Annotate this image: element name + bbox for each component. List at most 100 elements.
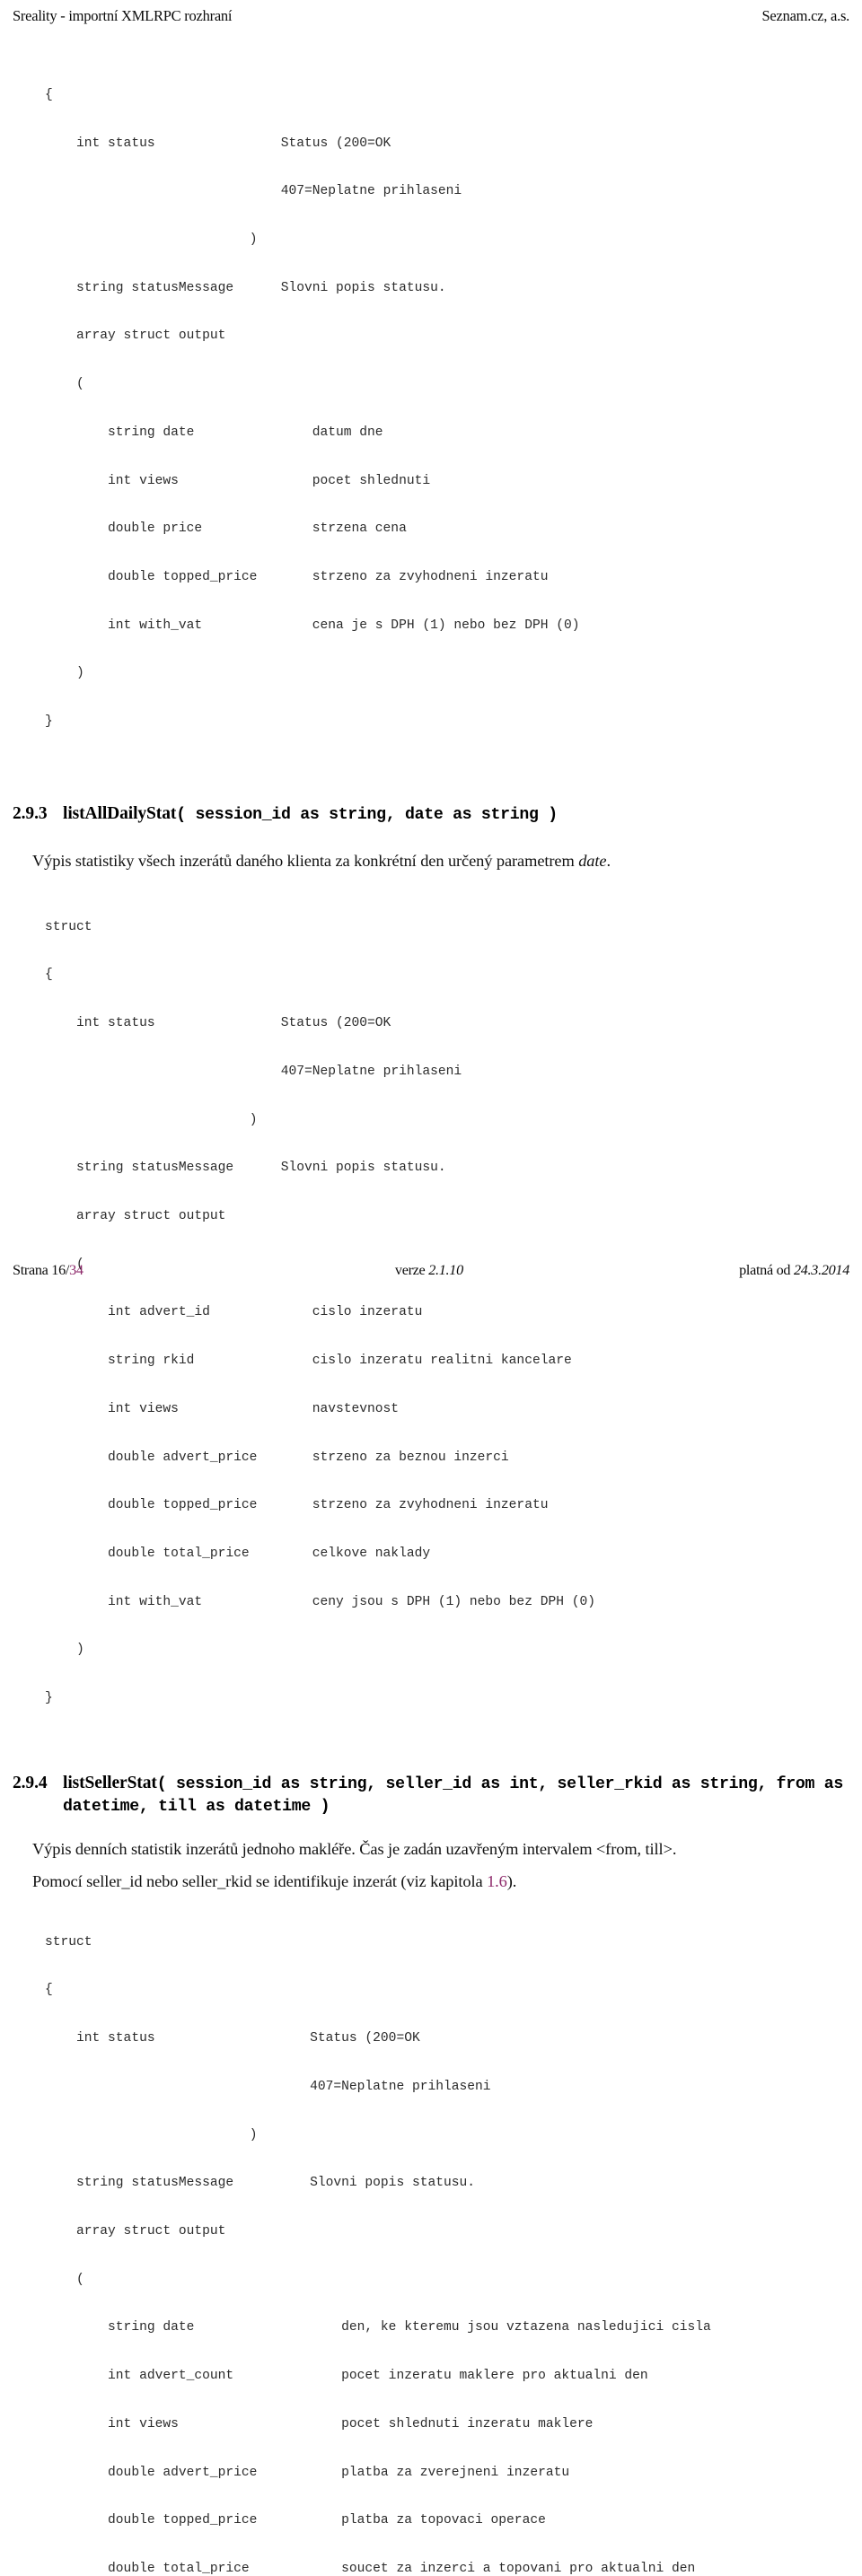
code-description: Status (200=OK [310, 2031, 420, 2046]
code-line: string date den, ke kteremu jsou vztazena… [45, 2320, 849, 2336]
paragraph-text-end: ). [506, 1871, 517, 1890]
code-line: ( [76, 2272, 84, 2287]
code-signature: double total_price [108, 2562, 250, 2576]
code-line: int with_vat ceny jsou s DPH (1) nebo bez… [45, 1595, 849, 1611]
code-signature: int status [76, 136, 155, 151]
code-line: string statusMessage Slovni popis statusu… [45, 2176, 849, 2192]
code-line: double price strzena cena [45, 521, 849, 538]
code-signature: int views [108, 2416, 179, 2431]
code-signature: int status [76, 2031, 155, 2046]
code-line: string statusMessage Slovni popis statusu… [45, 1161, 849, 1177]
document-body: { int status Status (200=OK 407=Neplatne … [13, 56, 849, 2576]
code-line: int status Status (200=OK [45, 1016, 849, 1032]
code-description: soucet za inzerci a topovani pro aktualn… [341, 2562, 696, 2576]
code-line: struct [45, 1934, 92, 1950]
code-block-3: struct { int status Status (200=OK 407=Ne… [45, 1903, 849, 2576]
code-signature: double price [108, 521, 203, 537]
running-footer: Strana 16/34 verze 2.1.10 platná od 24.3… [13, 1261, 849, 1281]
code-signature: double topped_price [108, 570, 258, 584]
code-line: double total_price celkove naklady [45, 1546, 849, 1563]
code-line: ) [249, 2127, 258, 2142]
code-line: int with_vat cena je s DPH (1) nebo bez D… [45, 618, 849, 635]
code-description: Slovni popis statusu. [280, 280, 446, 295]
code-description: platba za zverejneni inzeratu [341, 2465, 570, 2480]
code-description: pocet inzeratu maklere pro aktualni den [341, 2369, 648, 2384]
code-line: string rkid cislo inzeratu realitni kance… [45, 1354, 849, 1370]
footer-valid-from-value: 24.3.2014 [793, 1262, 849, 1278]
code-signature: int views [108, 473, 179, 488]
code-signature: int status [76, 1016, 155, 1031]
code-signature: double total_price [108, 1546, 250, 1562]
code-description: navstevnost [312, 1401, 400, 1416]
code-description: pocet shlednuti [312, 473, 431, 488]
code-line: double advert_price strzeno za beznou inz… [45, 1450, 849, 1467]
paragraph-2-9-4-second: Pomocí seller_id nebo seller_rkid se ide… [13, 1871, 849, 1892]
chapter-cross-reference-link[interactable]: 1.6 [487, 1872, 507, 1890]
paragraph-text: Pomocí seller_id nebo seller_rkid se ide… [32, 1871, 488, 1890]
code-description: den, ke kteremu jsou vztazena nasledujic… [341, 2320, 711, 2335]
code-signature: double topped_price [108, 2513, 258, 2528]
code-line: ( [76, 377, 84, 392]
code-line: double topped_price platba za topovaci op… [45, 2513, 849, 2529]
code-signature: string statusMessage [76, 2176, 234, 2191]
code-description: Status (200=OK [280, 136, 391, 151]
code-line: 407=Neplatne prihlaseni [280, 184, 462, 199]
footer-total-pages-link[interactable]: 34 [69, 1262, 84, 1278]
section-method-signature-line2: datetime, till as datetime ) [63, 1797, 330, 1816]
code-line: 407=Neplatne prihlaseni [280, 1064, 462, 1079]
code-description: datum dne [312, 425, 383, 440]
code-signature: double advert_price [108, 1450, 258, 1465]
code-line: int views pocet shlednuti inzeratu makler… [45, 2417, 849, 2433]
code-line: ) [76, 1643, 84, 1658]
section-number: 2.9.4 [13, 1773, 48, 1792]
code-description: strzeno za zvyhodneni inzeratu [312, 1498, 549, 1513]
code-line: array struct output [76, 1209, 226, 1223]
code-signature: int advert_id [108, 1305, 210, 1320]
code-line: double topped_price strzeno za zvyhodneni… [45, 570, 849, 586]
footer-page-label: Strana 16/ [13, 1262, 70, 1278]
section-number: 2.9.3 [13, 803, 48, 823]
code-line: int status Status (200=OK [45, 2031, 849, 2047]
code-signature: int with_vat [108, 1594, 203, 1609]
section-heading-2-9-3: 2.9.3 listAllDailyStat( session_id as str… [13, 802, 849, 827]
code-line: { [45, 87, 53, 102]
code-signature: string rkid [108, 1354, 195, 1369]
code-line: double advert_price platba za zverejneni … [45, 2466, 849, 2482]
code-signature: string date [108, 425, 195, 440]
code-line: int advert_count pocet inzeratu maklere p… [45, 2369, 849, 2385]
code-line: { [45, 1983, 53, 1998]
paragraph-2-9-4-first: Výpis denních statistik inzerátů jednoho… [32, 1839, 677, 1858]
code-line: struct [45, 919, 92, 934]
paragraph-italic-term: date [578, 851, 607, 870]
paragraph-text-end: . [606, 851, 611, 870]
section-heading-2-9-4: 2.9.4 listSellerStat( session_id as strin… [13, 1772, 849, 1818]
code-line: ) [76, 666, 84, 681]
code-line: string date datum dne [45, 425, 849, 442]
code-signature: int views [108, 1401, 179, 1416]
code-line: 407=Neplatne prihlaseni [310, 2079, 491, 2094]
code-signature: double advert_price [108, 2465, 258, 2480]
section-method-signature: ( session_id as string, date as string ) [176, 805, 558, 824]
document-page: Sreality - importní XMLRPC rozhraní Sezn… [0, 0, 862, 2576]
code-line: string statusMessage Slovni popis statusu… [45, 281, 849, 297]
footer-version-value: 2.1.10 [428, 1262, 463, 1278]
code-signature: double topped_price [108, 1498, 258, 1513]
code-description: strzeno za zvyhodneni inzeratu [312, 570, 549, 584]
paragraph-text: Výpis statistiky všech inzerátů daného k… [32, 851, 579, 870]
code-signature: string date [108, 2320, 195, 2335]
code-block-2: struct { int status Status (200=OK 407=Ne… [45, 888, 849, 1739]
header-title-left: Sreality - importní XMLRPC rozhraní [13, 7, 233, 24]
code-description: strzena cena [312, 521, 407, 537]
code-description: pocet shlednuti inzeratu maklere [341, 2416, 594, 2431]
code-description: Slovni popis statusu. [310, 2176, 476, 2191]
code-description: cena je s DPH (1) nebo bez DPH (0) [312, 618, 580, 633]
code-line: } [45, 1691, 53, 1706]
paragraph-2-9-3: Výpis statistiky všech inzerátů daného k… [13, 850, 849, 872]
code-description: ceny jsou s DPH (1) nebo bez DPH (0) [312, 1594, 596, 1609]
code-description: celkove naklady [312, 1546, 431, 1562]
code-description: cislo inzeratu realitni kancelare [312, 1354, 572, 1369]
code-signature: string statusMessage [76, 280, 234, 295]
code-line: ) [249, 1112, 258, 1127]
code-line: int status Status (200=OK [45, 136, 849, 153]
footer-version-label: verze [394, 1262, 429, 1278]
